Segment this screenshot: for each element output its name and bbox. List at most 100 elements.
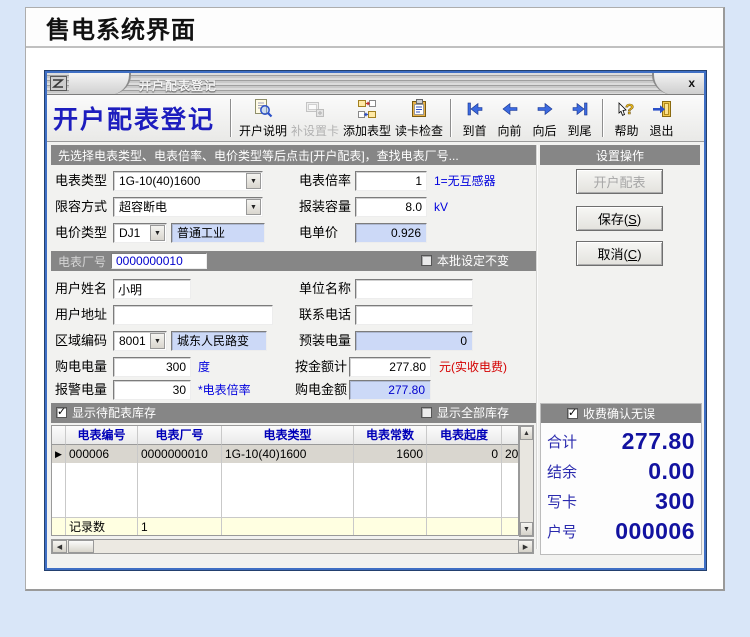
- table-row[interactable]: ▶ 000006 0000000010 1G-10(40)1600 1600 0…: [52, 445, 518, 463]
- save-button[interactable]: 保存(S): [576, 206, 663, 231]
- toolbar-button-label: 读卡检查: [394, 124, 443, 138]
- chevron-down-icon[interactable]: ▼: [246, 173, 261, 189]
- region-code-select[interactable]: 8001 ▼: [113, 331, 167, 351]
- fee-confirm-checkbox[interactable]: ✓: [567, 407, 578, 419]
- nav-last-button[interactable]: 到尾: [562, 97, 597, 139]
- header-marker-cell: [52, 426, 66, 445]
- toolbar-button-label: 向前: [497, 124, 522, 138]
- column-header: [502, 426, 518, 445]
- chevron-down-icon[interactable]: ▼: [150, 225, 165, 241]
- cancel-button[interactable]: 取消(C): [576, 241, 663, 266]
- nav-first-button[interactable]: 到首: [457, 97, 492, 139]
- table-header-row: 电表编号 电表厂号 电表类型 电表常数 电表起度: [52, 426, 518, 445]
- phone-input[interactable]: [355, 305, 473, 325]
- limit-mode-label: 限容方式: [55, 199, 108, 214]
- total-label: 合计: [547, 435, 578, 451]
- fee-confirm-label: 收费确认无误: [583, 407, 656, 421]
- all-stock-checkbox[interactable]: [421, 407, 432, 418]
- pending-stock-checkbox[interactable]: ✓: [56, 406, 67, 418]
- chevron-down-icon[interactable]: ▼: [150, 333, 165, 349]
- cell-meter-constant: 1600: [354, 445, 427, 463]
- column-header[interactable]: 电表起度: [427, 426, 502, 445]
- total-row: 户号 000006: [541, 516, 701, 546]
- card-setup-icon: [305, 99, 325, 124]
- purchase-qty-input[interactable]: [113, 357, 191, 377]
- toolbar-button-label: 退出: [649, 124, 674, 138]
- capacity-unit-hint: kV: [434, 200, 449, 214]
- address-input[interactable]: [113, 305, 273, 325]
- limit-mode-select[interactable]: 超容断电 ▼: [113, 197, 263, 217]
- nav-prev-button[interactable]: 向前: [492, 97, 527, 139]
- nav-next-icon: [535, 99, 555, 124]
- company-input[interactable]: [355, 279, 473, 299]
- alarm-qty-hint: *电表倍率: [198, 383, 251, 397]
- cell-date: 2018-: [502, 445, 518, 463]
- settings-bar-label: 设置操作: [595, 148, 644, 163]
- total-label: 写卡: [547, 495, 578, 511]
- cell-meter-start: 0: [427, 445, 502, 463]
- user-name-input[interactable]: [113, 279, 191, 299]
- column-header[interactable]: 电表厂号: [138, 426, 222, 445]
- table-horizontal-scrollbar[interactable]: ◀ ▶: [51, 539, 534, 554]
- meter-type-select[interactable]: 1G-10(40)1600 ▼: [113, 171, 263, 191]
- purchase-qty-unit: 度: [198, 360, 211, 374]
- phone-label: 联系电话: [299, 307, 352, 322]
- region-name: 城东人民路变: [171, 331, 267, 351]
- toolbar-button-label: 向后: [532, 124, 557, 138]
- multiplier-input[interactable]: [355, 171, 427, 191]
- window-titlebar[interactable]: 开户配表登记 x: [47, 73, 704, 95]
- limit-mode-value: 超容断电: [119, 200, 168, 214]
- meter-stock-table: 电表编号 电表厂号 电表类型 电表常数 电表起度 ▶ 000006 000000…: [51, 425, 519, 536]
- dialog-window: 开户配表登记 x 开户配表登记 开户说明 补设置卡 添加表型 读卡检查 到首 向…: [45, 71, 706, 570]
- nav-next-button[interactable]: 向后: [527, 97, 562, 139]
- toolbar-separator: [602, 99, 604, 137]
- scrollbar-thumb[interactable]: [68, 540, 94, 553]
- open-help-button[interactable]: 开户说明: [237, 97, 289, 139]
- save-button-label: 保存(S): [597, 212, 642, 227]
- column-header[interactable]: 电表编号: [66, 426, 138, 445]
- read-card-check-button[interactable]: 读卡检查: [393, 97, 445, 139]
- record-count-value: 1: [138, 517, 222, 535]
- scroll-up-icon[interactable]: ▲: [520, 426, 533, 440]
- column-header[interactable]: 电表类型: [222, 426, 354, 445]
- alarm-qty-input[interactable]: [113, 380, 191, 400]
- multiplier-hint: 1=无互感器: [434, 174, 496, 188]
- chevron-down-icon[interactable]: ▼: [246, 199, 261, 215]
- unit-price-value: 0.926: [355, 223, 427, 243]
- price-type-code: DJ1: [119, 226, 141, 240]
- scroll-down-icon[interactable]: ▼: [520, 522, 533, 536]
- price-type-select[interactable]: DJ1 ▼: [113, 223, 167, 243]
- doc-search-icon: [253, 99, 273, 124]
- exit-button[interactable]: 退出: [644, 97, 679, 139]
- scroll-right-icon[interactable]: ▶: [518, 540, 533, 553]
- scroll-left-icon[interactable]: ◀: [52, 540, 67, 553]
- cancel-button-label: 取消(C): [597, 247, 642, 262]
- toolbar-button-label: 开户说明: [238, 124, 287, 138]
- purchase-amount-label: 购电金额: [295, 382, 348, 397]
- column-header[interactable]: 电表常数: [354, 426, 427, 445]
- preload-value: 0: [355, 331, 473, 351]
- user-name-label: 用户姓名: [55, 281, 108, 296]
- help-icon: ?: [617, 99, 637, 124]
- capacity-label: 报装容量: [299, 199, 352, 214]
- purchase-amount-value: 277.80: [349, 380, 431, 400]
- by-amount-input[interactable]: [349, 357, 431, 377]
- batch-fixed-checkbox[interactable]: [421, 255, 432, 266]
- factory-number-label: 电表厂号: [58, 254, 107, 269]
- total-value: 300: [655, 488, 695, 514]
- nav-first-icon: [465, 99, 485, 124]
- address-label: 用户地址: [55, 307, 108, 322]
- region-code-value: 8001: [119, 334, 146, 348]
- capacity-input[interactable]: [355, 197, 427, 217]
- close-icon[interactable]: x: [688, 76, 695, 90]
- unit-price-label: 电单价: [299, 225, 339, 240]
- cell-factory-number: 0000000010: [138, 445, 222, 463]
- company-label: 单位名称: [299, 281, 352, 296]
- settings-bar: 设置操作: [540, 145, 700, 165]
- help-button[interactable]: ? 帮助: [609, 97, 644, 139]
- region-code-label: 区域编码: [55, 333, 108, 348]
- add-meter-type-button[interactable]: 添加表型: [341, 97, 393, 139]
- table-vertical-scrollbar[interactable]: ▲ ▼: [519, 425, 534, 537]
- batch-fixed-label: 本批设定不变: [437, 254, 510, 268]
- factory-number-input[interactable]: [111, 253, 207, 269]
